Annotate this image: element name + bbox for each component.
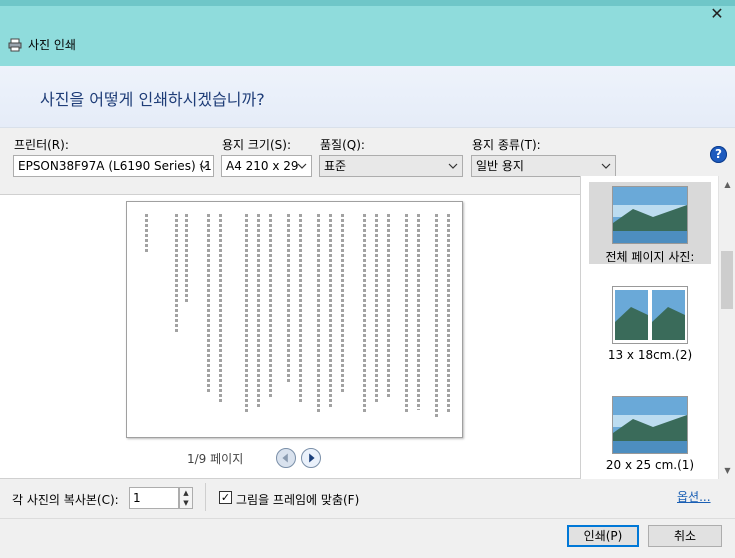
cancel-button[interactable]: 취소 (648, 525, 722, 547)
title-top-strip (0, 0, 735, 6)
layout-scrollbar[interactable]: ▲ ▼ (718, 176, 735, 479)
layout-list: 전체 페이지 사진: 13 x 18cm.(2) 20 x 25 cm.(1) (580, 176, 735, 479)
window-title: 사진 인쇄 (8, 36, 76, 53)
chevron-down-icon (448, 163, 458, 169)
spin-down-icon[interactable]: ▼ (180, 498, 192, 508)
window-title-text: 사진 인쇄 (28, 38, 76, 52)
copies-input[interactable]: 1 (129, 487, 179, 509)
layout-label: 20 x 25 cm.(1) (605, 458, 695, 472)
arrow-left-icon[interactable] (276, 448, 296, 468)
layout-thumbnail (612, 286, 688, 344)
chevron-down-icon (601, 163, 611, 169)
copies-label: 각 사진의 복사본(C): (12, 493, 119, 507)
scroll-down-icon[interactable]: ▼ (723, 466, 732, 475)
printer-select-value: EPSON38F97A (L6190 Series) (1 (18, 159, 212, 173)
page-preview (126, 201, 463, 438)
arrow-right-icon[interactable] (301, 448, 321, 468)
divider (205, 483, 206, 511)
layout-label: 전체 페이지 사진: (605, 250, 695, 264)
quality-label: 품질(Q): (320, 138, 365, 152)
chevron-down-icon (297, 163, 307, 169)
scroll-thumb[interactable] (721, 251, 733, 309)
layout-item-20x25[interactable]: 20 x 25 cm.(1) (589, 396, 711, 476)
help-icon[interactable]: ? (710, 146, 727, 163)
preview-pane: 1/9 페이지 (0, 194, 580, 479)
printer-icon (8, 38, 22, 51)
close-icon[interactable]: ✕ (709, 6, 725, 22)
fit-label: 그림을 프레임에 맞춤(F) (236, 493, 360, 507)
scroll-up-icon[interactable]: ▲ (723, 180, 732, 189)
spin-up-icon[interactable]: ▲ (180, 488, 192, 498)
fit-checkbox[interactable]: ✓ (219, 491, 232, 504)
layout-item-13x18[interactable]: 13 x 18cm.(2) (589, 286, 711, 366)
paper-size-label: 용지 크기(S): (222, 138, 291, 152)
layout-thumbnail (612, 186, 688, 244)
printer-label: 프린터(R): (14, 138, 69, 152)
paper-type-label: 용지 종류(T): (472, 138, 541, 152)
quality-select[interactable]: 표준 (319, 155, 463, 177)
layout-thumbnail (612, 396, 688, 454)
paper-size-value: A4 210 x 29 (226, 159, 299, 173)
options-link[interactable]: 옵션... (677, 488, 711, 505)
main-area: 프린터(R): EPSON38F97A (L6190 Series) (1 용지… (0, 129, 735, 558)
paper-type-value: 일반 용지 (476, 159, 524, 173)
chevron-down-icon (199, 163, 209, 169)
print-button[interactable]: 인쇄(P) (567, 525, 639, 547)
printer-select[interactable]: EPSON38F97A (L6190 Series) (1 (13, 155, 214, 177)
header-band: 사진을 어떻게 인쇄하시겠습니까? (0, 66, 735, 128)
title-bar (0, 0, 735, 66)
page-indicator: 1/9 페이지 (187, 452, 244, 466)
paper-size-select[interactable]: A4 210 x 29 (221, 155, 312, 177)
quality-value: 표준 (324, 159, 347, 173)
paper-type-select[interactable]: 일반 용지 (471, 155, 616, 177)
copies-stepper[interactable]: ▲ ▼ (179, 487, 193, 509)
page-question: 사진을 어떻게 인쇄하시겠습니까? (40, 90, 265, 109)
layout-item-full-page[interactable]: 전체 페이지 사진: (589, 182, 711, 264)
layout-label: 13 x 18cm.(2) (607, 348, 693, 362)
